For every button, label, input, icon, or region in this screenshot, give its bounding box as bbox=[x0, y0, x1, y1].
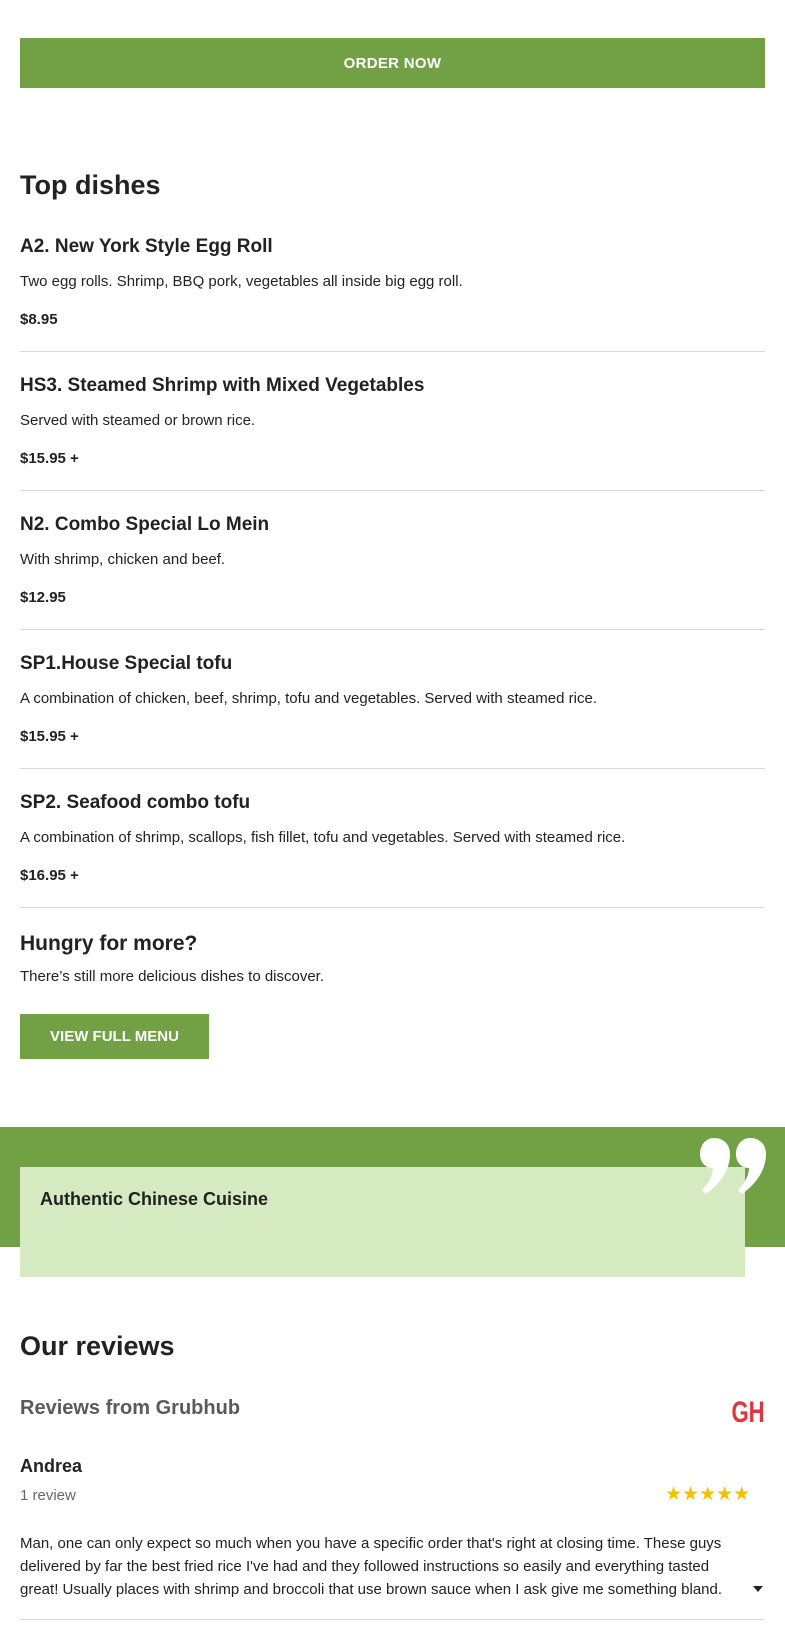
divider bbox=[20, 629, 765, 630]
reviewer-name: Andrea bbox=[20, 1456, 83, 1476]
expand-review-icon[interactable] bbox=[753, 1586, 763, 1592]
hungry-for-more-text: There’s still more delicious dishes to d… bbox=[20, 968, 325, 985]
dish-description: With shrimp, chicken and beef. bbox=[20, 551, 226, 568]
dish-price: $15.95 + bbox=[20, 450, 79, 467]
dish-price: $12.95 bbox=[20, 589, 66, 606]
review-text: Man, one can only expect so much when yo… bbox=[20, 1535, 723, 1598]
dish-description: Served with steamed or brown rice. bbox=[20, 412, 256, 429]
dish-item[interactable]: A2. New York Style Egg Roll Two egg roll… bbox=[20, 236, 765, 336]
dish-item[interactable]: SP2. Seafood combo tofu A combination of… bbox=[20, 792, 765, 892]
our-reviews-title: Our reviews bbox=[20, 1331, 175, 1361]
dish-price: $15.95 + bbox=[20, 728, 79, 745]
dish-item[interactable]: N2. Combo Special Lo Mein With shrimp, c… bbox=[20, 514, 765, 614]
dish-name: SP1.House Special tofu bbox=[20, 653, 233, 674]
grubhub-logo: GH bbox=[731, 1395, 765, 1429]
dish-item[interactable]: HS3. Steamed Shrimp with Mixed Vegetable… bbox=[20, 375, 765, 475]
divider bbox=[20, 351, 765, 352]
dish-item[interactable]: SP1.House Special tofu A combination of … bbox=[20, 653, 765, 753]
view-full-menu-button[interactable]: VIEW FULL MENU bbox=[20, 1014, 209, 1059]
hungry-for-more-title: Hungry for more? bbox=[20, 932, 198, 955]
quote-mark-icon bbox=[700, 1138, 766, 1194]
reviews-source-title: Reviews from Grubhub bbox=[20, 1397, 241, 1419]
dish-description: A combination of shrimp, scallops, fish … bbox=[20, 829, 626, 846]
dish-price: $8.95 bbox=[20, 311, 58, 328]
reviewer-review-count: 1 review bbox=[20, 1487, 76, 1504]
divider bbox=[20, 768, 765, 769]
dish-description: Two egg rolls. Shrimp, BBQ pork, vegetab… bbox=[20, 273, 463, 290]
quote-text: Authentic Chinese Cuisine bbox=[40, 1189, 269, 1209]
dish-description: A combination of chicken, beef, shrimp, … bbox=[20, 690, 597, 707]
dish-name: N2. Combo Special Lo Mein bbox=[20, 514, 270, 535]
divider bbox=[20, 907, 765, 908]
divider bbox=[20, 1619, 765, 1620]
grubhub-logo-text: GH bbox=[732, 1396, 765, 1425]
dish-name: SP2. Seafood combo tofu bbox=[20, 792, 251, 813]
top-dishes-title: Top dishes bbox=[20, 170, 161, 200]
divider bbox=[20, 490, 765, 491]
order-now-button[interactable]: ORDER NOW bbox=[20, 38, 765, 88]
rating-stars: ★★★★★ bbox=[665, 1484, 751, 1505]
dish-name: HS3. Steamed Shrimp with Mixed Vegetable… bbox=[20, 375, 425, 396]
quote-card: Authentic Chinese Cuisine bbox=[20, 1167, 745, 1277]
dish-price: $16.95 + bbox=[20, 867, 79, 884]
dish-name: A2. New York Style Egg Roll bbox=[20, 236, 273, 257]
